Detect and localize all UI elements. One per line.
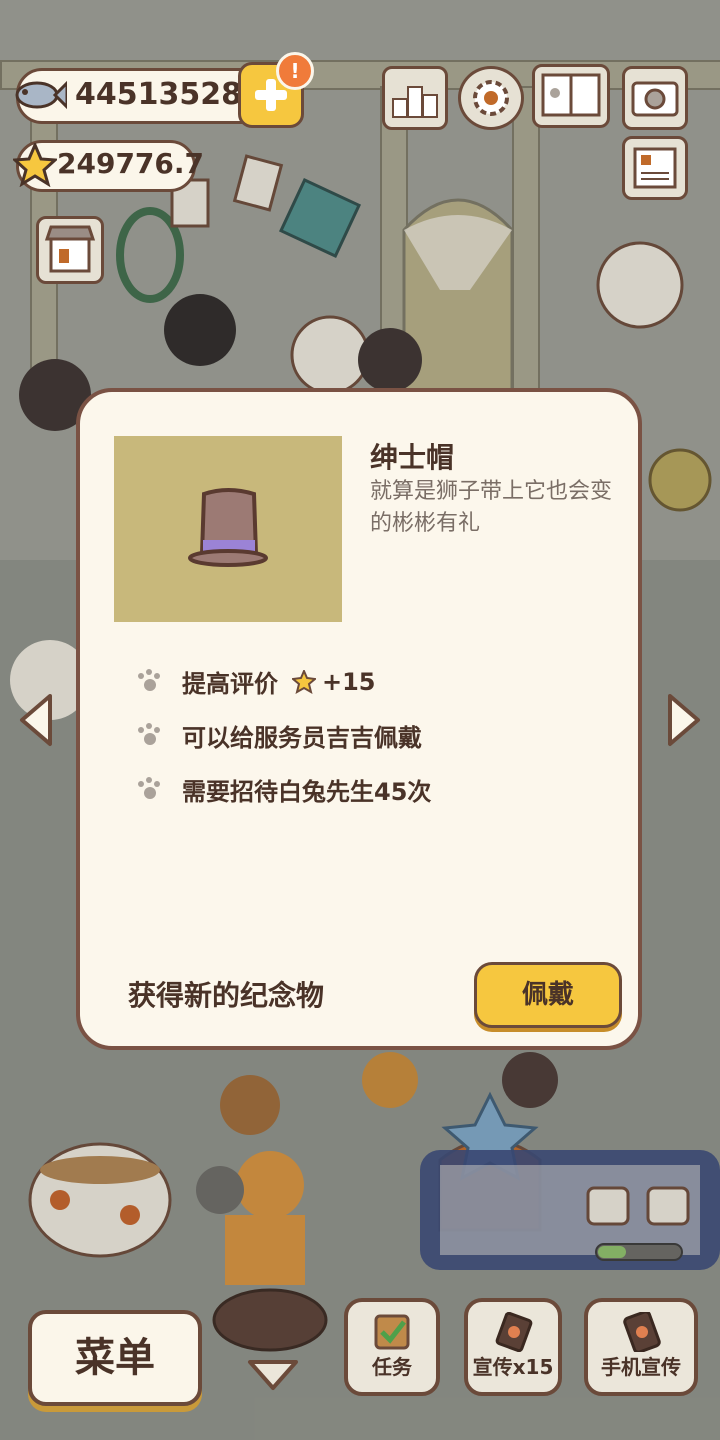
alert-badge: ! xyxy=(276,52,314,90)
checklist-icon xyxy=(374,1314,410,1350)
menu-button[interactable]: 菜单 xyxy=(28,1310,202,1406)
phone-promo-button[interactable]: 手机宣传 xyxy=(584,1298,698,1396)
star-icon xyxy=(292,669,316,694)
wear-button[interactable]: 佩戴 xyxy=(474,962,622,1028)
bullet-text: 需要招待白兔先生45次 xyxy=(182,778,432,806)
chevron-down-icon[interactable] xyxy=(246,1358,300,1392)
star-rating-counter: 249776.7 xyxy=(13,140,204,192)
paw-book-icon[interactable] xyxy=(532,64,610,128)
paw-icon xyxy=(136,722,162,749)
item-name: 绅士帽 xyxy=(370,441,455,474)
prev-arrow-icon[interactable] xyxy=(16,692,56,748)
newspaper-icon[interactable] xyxy=(622,136,688,200)
item-description: 就算是狮子带上它也会变的彬彬有礼 xyxy=(370,479,613,536)
task-label: 任务 xyxy=(372,1355,412,1379)
bullet-requirement: 需要招待白兔先生45次 xyxy=(136,772,431,807)
souvenir-modal: 绅士帽 就算是狮子带上它也会变的彬彬有礼 提高评价 +15 可以给服务员吉吉佩戴… xyxy=(76,388,642,1050)
star-rating: 249776.7 xyxy=(57,147,205,180)
star-icon xyxy=(13,143,57,187)
task-button[interactable]: 任务 xyxy=(344,1298,440,1396)
bullet-text: 提高评价 xyxy=(182,670,278,698)
bullet-rating: 提高评价 +15 xyxy=(136,664,376,699)
new-souvenir-text: 获得新的纪念物 xyxy=(128,979,325,1012)
camera-icon[interactable] xyxy=(622,66,688,130)
bullet-wearer: 可以给服务员吉吉佩戴 xyxy=(136,718,422,753)
fish-icon xyxy=(15,80,67,110)
leaderboard-icon[interactable] xyxy=(382,66,448,130)
top-hat-icon xyxy=(188,488,268,567)
promo-button[interactable]: 宣传x15 xyxy=(464,1298,562,1396)
phone-icon xyxy=(623,1312,661,1352)
item-image xyxy=(114,436,342,622)
rating-bonus: +15 xyxy=(322,667,376,696)
bullet-text: 可以给服务员吉吉佩戴 xyxy=(182,724,422,752)
shop-icon[interactable] xyxy=(36,216,104,284)
next-arrow-icon[interactable] xyxy=(664,692,704,748)
paw-icon xyxy=(136,776,162,803)
phone-promo-label: 手机宣传 xyxy=(601,1355,681,1379)
fish-count: 445135284 xyxy=(75,77,263,112)
flyer-icon xyxy=(495,1312,533,1352)
promo-label: 宣传x15 xyxy=(472,1355,554,1379)
settings-gear-icon[interactable] xyxy=(458,66,524,130)
paw-icon xyxy=(136,668,162,695)
